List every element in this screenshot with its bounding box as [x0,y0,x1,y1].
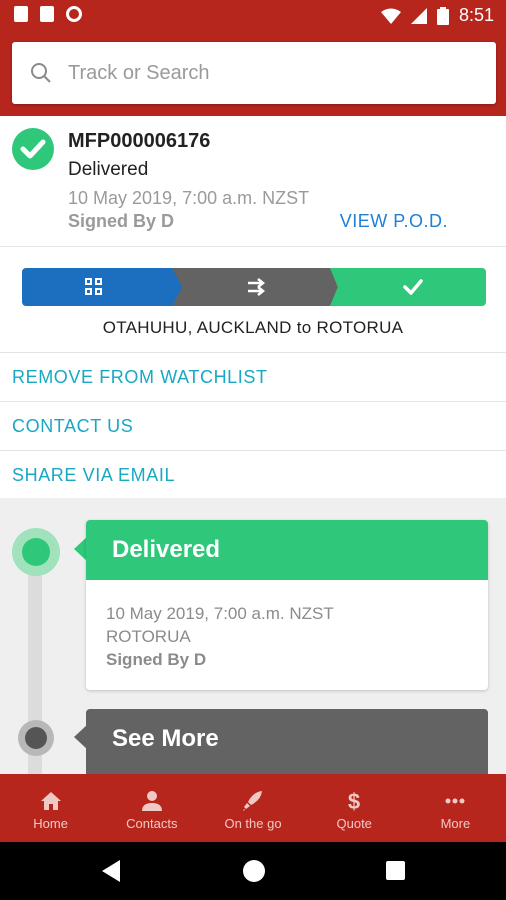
nav-more[interactable]: More [405,774,506,842]
route-text: OTAHUHU, AUCKLAND to ROTORUA [102,318,404,337]
remove-watchlist-button[interactable]: REMOVE FROM WATCHLIST [12,367,268,388]
barcode-icon [85,278,102,295]
status-bar: 8:51 [0,0,506,32]
progress-stages [22,268,486,306]
event-title: Delivered [112,536,221,563]
event-details: 10 May 2019, 7:00 a.m. NZST ROTORUA Sign… [106,602,334,671]
see-more-button[interactable]: See More [86,709,488,775]
event-signed-by: Signed By D [106,650,207,669]
recent-apps-icon[interactable] [386,861,405,880]
home-circle-icon[interactable] [243,860,265,882]
app-header [0,32,506,116]
see-more-label: See More [112,725,219,752]
nav-home[interactable]: Home [0,774,101,842]
battery-icon [436,6,449,25]
more-dots-icon [445,798,465,804]
stage-picked-up [22,268,182,306]
search-input[interactable] [66,60,470,86]
stage-in-transit [172,268,342,306]
system-nav-bar [0,842,506,900]
divider [0,401,506,402]
clock: 8:51 [458,5,494,25]
timeline-dot-more [18,720,54,756]
shipment-summary: MFP000006176 Delivered 10 May 2019, 7:00… [0,116,506,247]
divider [0,450,506,451]
event-location: ROTORUA [106,627,191,646]
search-bar[interactable] [12,42,496,104]
signal-icon [410,7,427,24]
view-pod-link[interactable]: VIEW P.O.D. [340,211,448,232]
stage-delivered [330,268,486,306]
nav-contacts[interactable]: Contacts [101,774,202,842]
check-icon [403,279,423,295]
bottom-nav: Home Contacts On the go $ Quote More [0,774,506,842]
back-icon[interactable] [102,860,120,882]
delivery-datetime: 10 May 2019, 7:00 a.m. NZST [68,188,310,208]
dollar-icon: $ [348,790,360,812]
nav-label: More [440,816,471,831]
tracking-timeline: Delivered 10 May 2019, 7:00 a.m. NZST RO… [0,498,506,775]
rocket-icon [243,791,262,811]
event-datetime: 10 May 2019, 7:00 a.m. NZST [106,604,334,623]
contact-us-button[interactable]: CONTACT US [12,416,133,437]
delivered-check-icon [12,128,54,170]
shipment-status: Delivered [68,159,149,180]
nav-label: On the go [224,816,282,831]
transfer-arrows-icon [248,278,266,296]
tracking-number: MFP000006176 [68,130,211,152]
home-icon [40,792,61,810]
signed-by: Signed By D [68,211,175,231]
event-header: Delivered [86,520,488,580]
person-icon [141,791,162,811]
nav-label: Quote [336,816,372,831]
nav-label: Home [33,816,68,831]
share-email-button[interactable]: SHARE VIA EMAIL [12,465,175,486]
svg-text:$: $ [348,790,360,812]
sd-card-icon [40,6,54,22]
record-icon [66,6,82,22]
nav-quote[interactable]: $ Quote [304,774,405,842]
search-icon [31,63,51,83]
wifi-icon [380,8,401,24]
notification-icon [14,6,28,22]
nav-label: Contacts [126,816,178,831]
divider [0,352,506,353]
nav-on-the-go[interactable]: On the go [202,774,303,842]
timeline-event-card: Delivered 10 May 2019, 7:00 a.m. NZST RO… [86,520,488,690]
timeline-dot-delivered [12,528,60,576]
